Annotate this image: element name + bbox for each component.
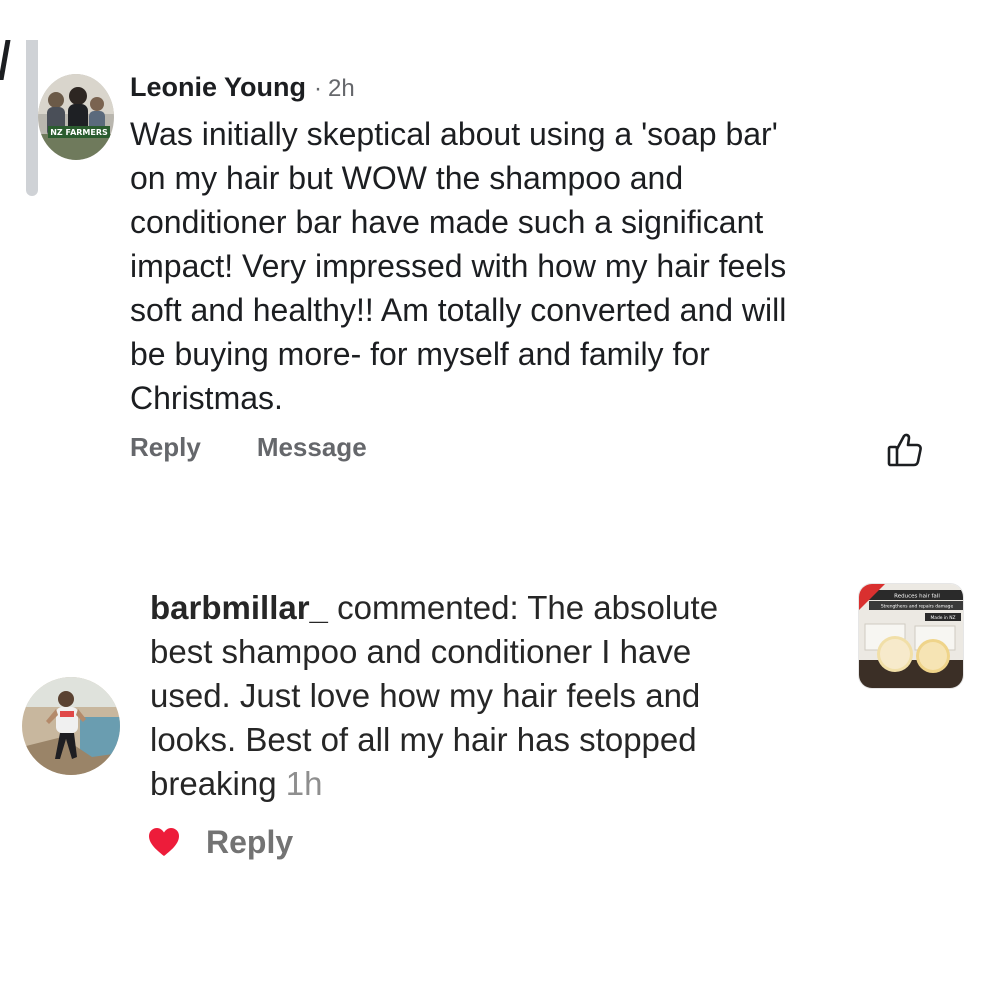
comment-body: Was initially skeptical about using a 's… bbox=[130, 116, 787, 416]
reply-button[interactable]: Reply bbox=[130, 432, 201, 463]
timestamp[interactable]: 2h bbox=[328, 75, 355, 103]
edge-mark bbox=[0, 40, 11, 80]
reply-button[interactable]: Reply bbox=[206, 824, 293, 861]
timestamp[interactable]: 1h bbox=[286, 765, 323, 802]
thumbnail-line-3: Made in NZ bbox=[930, 615, 955, 621]
post-thumbnail[interactable]: Reduces hair fall Strengthens and repair… bbox=[858, 583, 964, 689]
comment-body: barbmillar_ commented: The absolute best… bbox=[150, 586, 830, 806]
thumbnail-line-1: Reduces hair fall bbox=[894, 594, 940, 600]
author-name[interactable]: Leonie Young bbox=[130, 72, 306, 103]
message-button[interactable]: Message bbox=[257, 432, 367, 463]
avatar[interactable]: NZ FARMERS bbox=[38, 74, 114, 160]
thumbnail-line-2: Strengthens and repairs damage bbox=[881, 604, 954, 610]
comment-actions: Reply Message bbox=[130, 432, 367, 463]
username[interactable]: barbmillar_ bbox=[150, 589, 328, 626]
comment-meta: Leonie Young · 2h bbox=[130, 72, 930, 112]
meta-separator: · bbox=[314, 75, 323, 102]
avatar[interactable] bbox=[22, 677, 120, 775]
comment: Leonie Young · 2h Was initially skeptica… bbox=[130, 72, 930, 420]
thumbs-up-icon[interactable] bbox=[884, 430, 924, 470]
thread-line bbox=[26, 40, 38, 196]
comment: barbmillar_ commented: The absolute best… bbox=[150, 586, 830, 806]
heart-icon[interactable] bbox=[147, 826, 181, 858]
avatar-badge-text: NZ FARMERS bbox=[50, 128, 108, 137]
